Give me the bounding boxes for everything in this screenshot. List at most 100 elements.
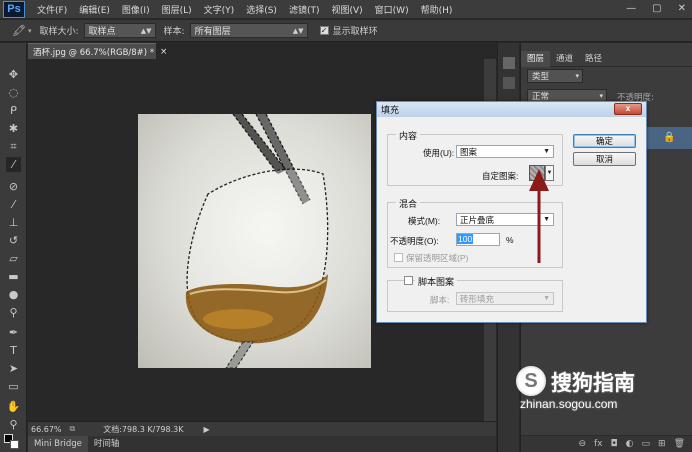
link-layers-icon[interactable]: ⊖ xyxy=(578,439,586,449)
zoom-tool-icon[interactable]: ⚲ xyxy=(6,417,21,432)
tab-mini-bridge[interactable]: Mini Bridge xyxy=(28,436,88,452)
script-pattern-checkbox[interactable] xyxy=(404,276,413,285)
window-controls: — ▢ ✕ xyxy=(626,3,686,14)
opacity-input[interactable]: 100 xyxy=(456,233,500,246)
filter-kind-value: 类型 xyxy=(532,72,550,82)
use-value: 图案 xyxy=(460,146,478,157)
fill-dialog: 填充 x 内容 使用(U): 图案 ▼ 自定图案: ▼ 混合 模式(M): 正片叠… xyxy=(376,101,647,323)
shape-tool-icon[interactable]: ▭ xyxy=(6,379,21,394)
status-bar: 66.67% ⧉ 文档:798.3 K/798.3K ▶ xyxy=(28,421,496,436)
custom-pattern-label: 自定图案: xyxy=(482,171,519,181)
dialog-close-button[interactable]: x xyxy=(614,103,642,115)
menu-help[interactable]: 帮助(H) xyxy=(421,3,453,16)
chevron-down-icon: ▼ xyxy=(543,295,550,302)
close-icon[interactable]: ✕ xyxy=(678,3,686,14)
preserve-transparency-label: 保留透明区域(P) xyxy=(406,253,469,263)
stamp-tool-icon[interactable]: ⊥ xyxy=(6,215,21,230)
move-tool-icon[interactable]: ✥ xyxy=(6,67,21,82)
annotation-arrow xyxy=(529,169,549,263)
history-brush-tool-icon[interactable]: ↺ xyxy=(6,233,21,248)
script-select[interactable]: 砖形填充 ▼ xyxy=(456,292,554,305)
status-share-icon[interactable]: ⧉ xyxy=(70,424,76,434)
photoshop-logo-icon: Ps xyxy=(3,0,25,18)
properties-panel-icon[interactable] xyxy=(503,77,515,89)
layer-style-icon[interactable]: fx xyxy=(594,439,603,449)
layers-panel-footer: ⊖ fx ◘ ◐ ▭ ⊞ 🗑 xyxy=(521,435,692,452)
blur-tool-icon[interactable]: ● xyxy=(6,287,21,302)
healing-brush-tool-icon[interactable]: ⊘ xyxy=(6,179,21,194)
tool-preset-chevron-icon[interactable]: ▾ xyxy=(28,27,32,35)
tab-channels[interactable]: 通道 xyxy=(550,51,579,67)
tab-layers[interactable]: 图层 xyxy=(521,50,551,67)
menu-bar: Ps 文件(F) 编辑(E) 图像(I) 图层(L) 文字(Y) 选择(S) 滤… xyxy=(0,0,692,19)
marquee-tool-icon[interactable]: ◌ xyxy=(6,85,21,100)
sample-size-select[interactable]: 取样点 ▲▼ xyxy=(83,23,156,38)
new-layer-icon[interactable]: ⊞ xyxy=(658,439,666,449)
minimize-icon[interactable]: — xyxy=(626,3,636,14)
eyedropper-icon[interactable]: 🖍 xyxy=(12,24,26,37)
sample-select[interactable]: 所有图层 ▲▼ xyxy=(189,23,308,38)
menu-edit[interactable]: 编辑(E) xyxy=(79,3,110,16)
sogou-logo-icon: S xyxy=(516,366,546,396)
crop-tool-icon[interactable]: ⌗ xyxy=(6,139,21,154)
blending-group-title: 混合 xyxy=(396,197,421,210)
script-value: 砖形填充 xyxy=(460,293,495,304)
sample-size-label: 取样大小: xyxy=(39,27,79,37)
menu-view[interactable]: 视图(V) xyxy=(331,3,362,16)
new-group-icon[interactable]: ▭ xyxy=(642,439,651,449)
menu-type[interactable]: 文字(Y) xyxy=(204,3,235,16)
document-tab[interactable]: 酒杯.jpg @ 66.7%(RGB/8#) * × xyxy=(28,43,167,59)
sample-label: 样本: xyxy=(163,27,185,37)
adjustment-layer-icon[interactable]: ◐ xyxy=(626,439,634,449)
background-color-swatch[interactable] xyxy=(10,440,19,449)
contents-group-title: 内容 xyxy=(396,129,421,142)
opacity-label: 不透明度(O): xyxy=(390,236,439,246)
wine-glass-image xyxy=(185,114,329,368)
dodge-tool-icon[interactable]: ⚲ xyxy=(6,305,21,320)
menu-window[interactable]: 窗口(W) xyxy=(375,3,409,16)
show-ring-checkbox[interactable]: ✓ xyxy=(319,26,329,35)
wine-glass-photo[interactable] xyxy=(138,114,371,368)
layers-panel-tabs: 图层 通道 路径 xyxy=(521,50,692,67)
show-ring-label: 显示取样环 xyxy=(332,27,378,37)
ok-button[interactable]: 确定 xyxy=(573,134,636,148)
use-select[interactable]: 图案 ▼ xyxy=(456,145,554,158)
restore-icon[interactable]: ▢ xyxy=(652,3,661,14)
history-panel-icon[interactable] xyxy=(503,57,515,69)
mode-value: 正片叠底 xyxy=(460,214,495,225)
hand-tool-icon[interactable]: ✋ xyxy=(6,399,21,414)
opacity-value: 100 xyxy=(457,234,474,244)
menu-layer[interactable]: 图层(L) xyxy=(162,3,192,16)
dialog-title-bar: 填充 x xyxy=(377,102,646,117)
type-tool-icon[interactable]: T xyxy=(6,343,21,358)
eraser-tool-icon[interactable]: ▱ xyxy=(6,251,21,266)
brush-tool-icon[interactable]: ⁄ xyxy=(6,197,21,212)
tab-paths[interactable]: 路径 xyxy=(579,51,608,67)
pen-tool-icon[interactable]: ✒ xyxy=(6,325,21,340)
zoom-level[interactable]: 66.67% xyxy=(31,425,62,434)
delete-layer-icon[interactable]: 🗑 xyxy=(674,439,685,449)
close-tab-icon[interactable]: × xyxy=(160,47,167,57)
tab-timeline[interactable]: 时间轴 xyxy=(88,436,126,452)
menu-file[interactable]: 文件(F) xyxy=(37,3,67,16)
script-pattern-label: 脚本图案 xyxy=(415,275,458,288)
add-mask-icon[interactable]: ◘ xyxy=(611,439,618,449)
magic-wand-tool-icon[interactable]: ✱ xyxy=(6,121,21,136)
document-tab-title: 酒杯.jpg @ 66.7%(RGB/8#) * xyxy=(33,47,155,58)
lasso-tool-icon[interactable]: ᑭ xyxy=(6,103,21,118)
gradient-tool-icon[interactable]: ▬ xyxy=(6,269,21,284)
menu-filter[interactable]: 滤镜(T) xyxy=(289,3,320,16)
cancel-button[interactable]: 取消 xyxy=(573,152,636,166)
eyedropper-tool-icon[interactable]: ⁄ xyxy=(6,157,21,172)
opacity-unit: % xyxy=(506,235,514,245)
status-menu-arrow-icon[interactable]: ▶ xyxy=(203,425,209,434)
menu-image[interactable]: 图像(I) xyxy=(122,3,150,16)
path-selection-tool-icon[interactable]: ➤ xyxy=(6,361,21,376)
dialog-title: 填充 xyxy=(381,105,400,115)
preserve-transparency-checkbox[interactable] xyxy=(394,253,403,262)
layer-filter-kind[interactable]: 类型 ▾ xyxy=(527,69,583,83)
bottom-panel-tabs: Mini Bridge 时间轴 xyxy=(28,436,496,452)
document-info: 文档:798.3 K/798.3K xyxy=(103,424,184,434)
chevron-down-icon: ▾ xyxy=(599,92,603,100)
menu-select[interactable]: 选择(S) xyxy=(246,3,277,16)
